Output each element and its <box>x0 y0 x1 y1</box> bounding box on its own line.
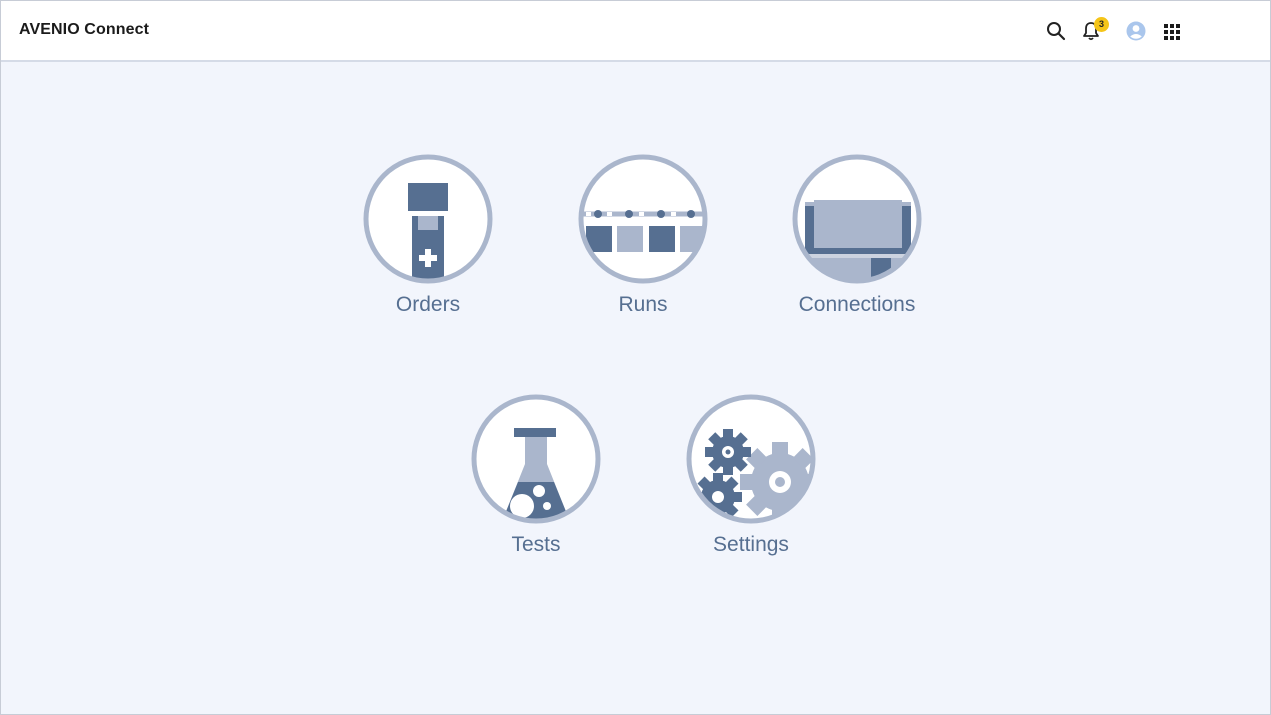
top-bar: AVENIO Connect 3 <box>1 1 1270 62</box>
tile-label: Settings <box>713 533 789 556</box>
app-title: AVENIO Connect <box>19 21 150 38</box>
tile-label: Tests <box>511 533 561 556</box>
tile-orders[interactable]: Orders <box>338 154 518 329</box>
notification-badge: 3 <box>1094 17 1109 32</box>
tile-connections[interactable]: Connections <box>767 154 947 329</box>
search-icon[interactable] <box>1045 20 1067 42</box>
user-avatar-icon[interactable] <box>1125 20 1147 42</box>
flask-icon <box>471 394 601 524</box>
tile-label: Orders <box>395 293 461 316</box>
sample-tube-icon <box>363 154 493 284</box>
tile-label: Runs <box>618 293 668 316</box>
tile-runs[interactable]: Runs <box>553 154 733 329</box>
gears-icon <box>686 394 816 524</box>
sequencer-run-icon <box>578 154 708 284</box>
tile-settings[interactable]: Settings <box>661 394 841 569</box>
instrument-icon <box>792 154 922 284</box>
app-window: AVENIO Connect 3 Orders Runs Connections… <box>0 0 1271 715</box>
apps-grid-icon[interactable] <box>1161 20 1183 42</box>
tile-label: Connections <box>798 293 916 316</box>
tile-tests[interactable]: Tests <box>446 394 626 569</box>
